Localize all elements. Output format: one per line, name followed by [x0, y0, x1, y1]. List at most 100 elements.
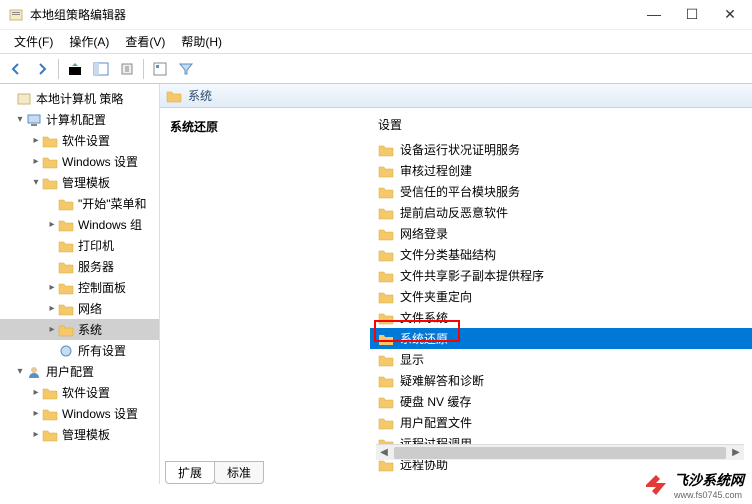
item-label: 用户配置文件: [400, 414, 472, 431]
tree-windows-components[interactable]: ▸ Windows 组: [0, 214, 159, 235]
list-item[interactable]: 网络登录: [370, 223, 752, 244]
tree-label: 打印机: [78, 237, 114, 254]
folder-icon: [378, 185, 394, 199]
item-label: 设备运行状况证明服务: [400, 141, 520, 158]
chevron-right-icon[interactable]: ▸: [30, 135, 42, 146]
list-item[interactable]: 显示: [370, 349, 752, 370]
list-item[interactable]: 设备运行状况证明服务: [370, 139, 752, 160]
tree-label: 所有设置: [78, 342, 126, 359]
section-title: 系统还原: [160, 108, 370, 484]
tree-label: Windows 组: [78, 216, 142, 233]
menu-help[interactable]: 帮助(H): [173, 31, 230, 52]
item-label: 系统还原: [400, 330, 448, 347]
chevron-down-icon[interactable]: ▾: [30, 177, 42, 188]
tree-root[interactable]: 本地计算机 策略: [0, 88, 159, 109]
horizontal-scrollbar[interactable]: ◀ ▶: [376, 444, 744, 460]
list-item[interactable]: 文件共享影子副本提供程序: [370, 265, 752, 286]
list-item[interactable]: 提前启动反恶意软件: [370, 202, 752, 223]
minimize-button[interactable]: —: [644, 6, 664, 23]
tree-label: 计算机配置: [46, 111, 106, 128]
list-item[interactable]: 用户配置文件: [370, 412, 752, 433]
tab-standard[interactable]: 标准: [214, 461, 264, 484]
tree-user-admin[interactable]: ▸管理模板: [0, 424, 159, 445]
list-item[interactable]: 文件分类基础结构: [370, 244, 752, 265]
column-header-settings[interactable]: 设置: [370, 114, 752, 139]
tree-windows-settings[interactable]: ▸Windows 设置: [0, 151, 159, 172]
tree-label: "开始"菜单和: [78, 195, 147, 212]
tree-control-panel[interactable]: ▸ 控制面板: [0, 277, 159, 298]
tree-admin-templates[interactable]: ▾管理模板: [0, 172, 159, 193]
main-area: 本地计算机 策略 ▾计算机配置 ▸软件设置 ▸Windows 设置 ▾管理模板 …: [0, 84, 752, 484]
list-item-selected[interactable]: 系统还原: [370, 328, 752, 349]
filter-button[interactable]: [174, 58, 198, 80]
properties-button[interactable]: [148, 58, 172, 80]
folder-icon: [378, 353, 394, 367]
tree-user-windows[interactable]: ▸Windows 设置: [0, 403, 159, 424]
maximize-button[interactable]: ☐: [682, 6, 702, 23]
tab-extended[interactable]: 扩展: [165, 461, 215, 484]
tree-all-settings[interactable]: 所有设置: [0, 340, 159, 361]
folder-icon: [378, 227, 394, 241]
scroll-left-icon[interactable]: ◀: [376, 447, 392, 458]
item-label: 硬盘 NV 缓存: [400, 393, 471, 410]
folder-icon: [58, 323, 74, 337]
item-label: 疑难解答和诊断: [400, 372, 484, 389]
tree-server[interactable]: 服务器: [0, 256, 159, 277]
chevron-down-icon[interactable]: ▾: [14, 366, 26, 377]
chevron-right-icon[interactable]: ▸: [46, 219, 58, 230]
folder-icon: [58, 197, 74, 211]
window-title: 本地组策略编辑器: [30, 6, 644, 23]
chevron-right-icon[interactable]: ▸: [46, 324, 58, 335]
menu-view[interactable]: 查看(V): [117, 31, 173, 52]
tree-user-config[interactable]: ▾用户配置: [0, 361, 159, 382]
title-bar: 本地组策略编辑器 — ☐ ✕: [0, 0, 752, 30]
list-item[interactable]: 硬盘 NV 缓存: [370, 391, 752, 412]
tree-system[interactable]: ▸ 系统: [0, 319, 159, 340]
show-hide-tree-button[interactable]: [89, 58, 113, 80]
tree-computer-config[interactable]: ▾ 计算机配置: [0, 109, 159, 130]
settings-icon: [58, 344, 74, 358]
chevron-right-icon[interactable]: ▸: [30, 408, 42, 419]
forward-button[interactable]: [30, 58, 54, 80]
tree-software-settings[interactable]: ▸ 软件设置: [0, 130, 159, 151]
chevron-right-icon[interactable]: ▸: [30, 387, 42, 398]
list-item[interactable]: 受信任的平台模块服务: [370, 181, 752, 202]
scroll-thumb[interactable]: [394, 447, 726, 459]
chevron-right-icon[interactable]: ▸: [30, 429, 42, 440]
tree-network[interactable]: ▸网络: [0, 298, 159, 319]
tree-label: 系统: [78, 321, 102, 338]
export-button[interactable]: [115, 58, 139, 80]
tree-label: 软件设置: [62, 132, 110, 149]
separator: [58, 59, 59, 79]
folder-icon: [58, 239, 74, 253]
folder-icon: [378, 143, 394, 157]
folder-icon: [42, 407, 58, 421]
folder-icon: [378, 269, 394, 283]
list-item[interactable]: 审核过程创建: [370, 160, 752, 181]
up-button[interactable]: [63, 58, 87, 80]
folder-icon: [378, 164, 394, 178]
close-button[interactable]: ✕: [720, 6, 740, 23]
menu-file[interactable]: 文件(F): [6, 31, 61, 52]
chevron-right-icon[interactable]: ▸: [46, 303, 58, 314]
chevron-right-icon[interactable]: ▸: [30, 156, 42, 167]
menu-action[interactable]: 操作(A): [61, 31, 117, 52]
item-label: 文件夹重定向: [400, 288, 472, 305]
folder-icon: [58, 302, 74, 316]
list-item[interactable]: 疑难解答和诊断: [370, 370, 752, 391]
watermark-url: www.fs0745.com: [674, 490, 744, 500]
tree-start-menu[interactable]: "开始"菜单和: [0, 193, 159, 214]
chevron-right-icon[interactable]: ▸: [46, 282, 58, 293]
folder-icon: [378, 374, 394, 388]
tree-label: 控制面板: [78, 279, 126, 296]
list-item[interactable]: 文件系统: [370, 307, 752, 328]
back-button[interactable]: [4, 58, 28, 80]
folder-icon: [42, 176, 58, 190]
tree-printers[interactable]: 打印机: [0, 235, 159, 256]
tree-pane: 本地计算机 策略 ▾计算机配置 ▸软件设置 ▸Windows 设置 ▾管理模板 …: [0, 84, 160, 484]
separator: [143, 59, 144, 79]
list-item[interactable]: 文件夹重定向: [370, 286, 752, 307]
chevron-down-icon[interactable]: ▾: [14, 114, 26, 125]
tree-user-software[interactable]: ▸软件设置: [0, 382, 159, 403]
scroll-right-icon[interactable]: ▶: [728, 447, 744, 458]
